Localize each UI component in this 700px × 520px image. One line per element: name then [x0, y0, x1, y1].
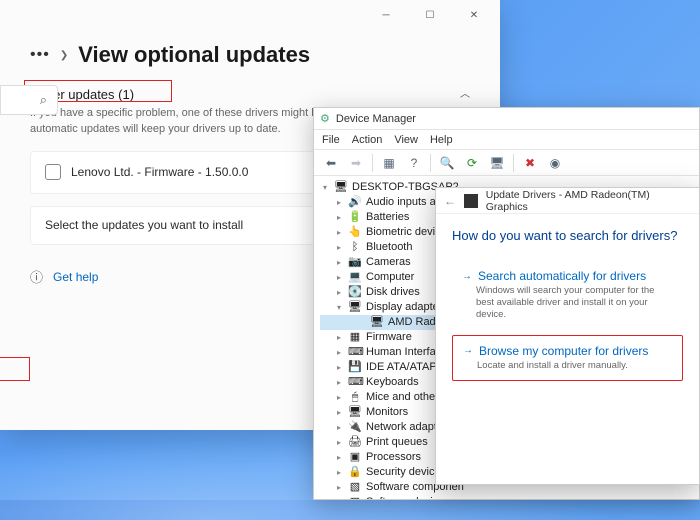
breadcrumb: ••• ❯ View optional updates — [30, 42, 470, 68]
device-icon: ▧ — [348, 480, 362, 495]
dialog-question: How do you want to search for drivers? — [452, 228, 683, 243]
dm-titlebar: ⚙ Device Manager — [314, 108, 699, 130]
device-icon: 💽 — [348, 285, 362, 300]
device-icon: 📷 — [348, 255, 362, 270]
option-search-auto[interactable]: →Search automatically for drivers Window… — [452, 261, 683, 329]
device-icon: 💾 — [348, 360, 362, 375]
device-icon: 👆 — [348, 225, 362, 240]
device-icon: 🔌 — [348, 420, 362, 435]
tree-node[interactable]: ▸▧Software devices — [320, 495, 697, 499]
arrow-right-icon: → — [462, 271, 472, 282]
help-icon: ⓘ — [30, 269, 43, 287]
device-icon: 🔒 — [348, 465, 362, 480]
device-icon: 🖥 — [348, 300, 362, 315]
driver-icon — [464, 194, 478, 208]
properties-button[interactable]: ▦ — [378, 153, 400, 173]
device-icon: 🔊 — [348, 195, 362, 210]
device-icon: ⌨ — [348, 375, 362, 390]
minimize-button[interactable]: ─ — [364, 1, 408, 29]
menu-file[interactable]: File — [322, 134, 340, 146]
scan-button[interactable]: 🔍 — [436, 153, 458, 173]
device-icon: 🔋 — [348, 210, 362, 225]
more-icon[interactable]: ••• — [30, 46, 50, 64]
device-manager-icon: ⚙ — [320, 112, 330, 125]
highlight-box — [0, 357, 30, 381]
option-browse-computer[interactable]: →Browse my computer for drivers Locate a… — [452, 335, 683, 381]
menu-action[interactable]: Action — [352, 134, 383, 146]
search-icon: ⌕ — [40, 92, 47, 108]
device-icon: 🖥 — [348, 405, 362, 420]
update-button[interactable]: ⟳ — [461, 153, 483, 173]
update-drivers-dialog: ← Update Drivers - AMD Radeon(TM) Graphi… — [435, 187, 700, 485]
device-icon: ᛒ — [348, 240, 362, 255]
menu-view[interactable]: View — [394, 134, 418, 146]
titlebar: ─ ☐ ✕ — [0, 0, 500, 30]
refresh-button[interactable]: ◉ — [544, 153, 566, 173]
driver-item-label: Lenovo Ltd. - Firmware - 1.50.0.0 — [71, 164, 248, 181]
back-icon[interactable]: ← — [444, 194, 456, 208]
disable-button[interactable]: ✖ — [519, 153, 541, 173]
ud-titlebar: ← Update Drivers - AMD Radeon(TM) Graphi… — [436, 188, 699, 214]
close-button[interactable]: ✕ — [452, 1, 496, 29]
uninstall-button[interactable]: 🖥 — [486, 153, 508, 173]
menu-help[interactable]: Help — [430, 134, 453, 146]
checkbox[interactable] — [45, 164, 61, 180]
maximize-button[interactable]: ☐ — [408, 1, 452, 29]
computer-icon: 🖥 — [334, 180, 348, 195]
dm-menubar: File Action View Help — [314, 130, 699, 150]
help-button[interactable]: ? — [403, 153, 425, 173]
device-icon: 💻 — [348, 270, 362, 285]
device-icon: ▦ — [348, 330, 362, 345]
search-input[interactable]: ⌕ — [0, 85, 58, 115]
chevron-up-icon[interactable]: ︿ — [460, 88, 470, 102]
device-icon: 🖱 — [348, 390, 362, 405]
device-icon: 🖨 — [348, 435, 362, 450]
page-title: View optional updates — [78, 42, 310, 68]
device-icon: ⌨ — [348, 345, 362, 360]
device-icon: ▧ — [348, 495, 362, 499]
chevron-right-icon: ❯ — [60, 50, 68, 61]
back-button[interactable]: ⬅ — [320, 153, 342, 173]
gpu-icon: 🖥 — [370, 315, 384, 330]
dm-toolbar: ⬅ ➡ ▦ ? 🔍 ⟳ 🖥 ✖ ◉ — [314, 150, 699, 176]
device-icon: ▣ — [348, 450, 362, 465]
forward-button[interactable]: ➡ — [345, 153, 367, 173]
arrow-right-icon: → — [463, 345, 473, 356]
